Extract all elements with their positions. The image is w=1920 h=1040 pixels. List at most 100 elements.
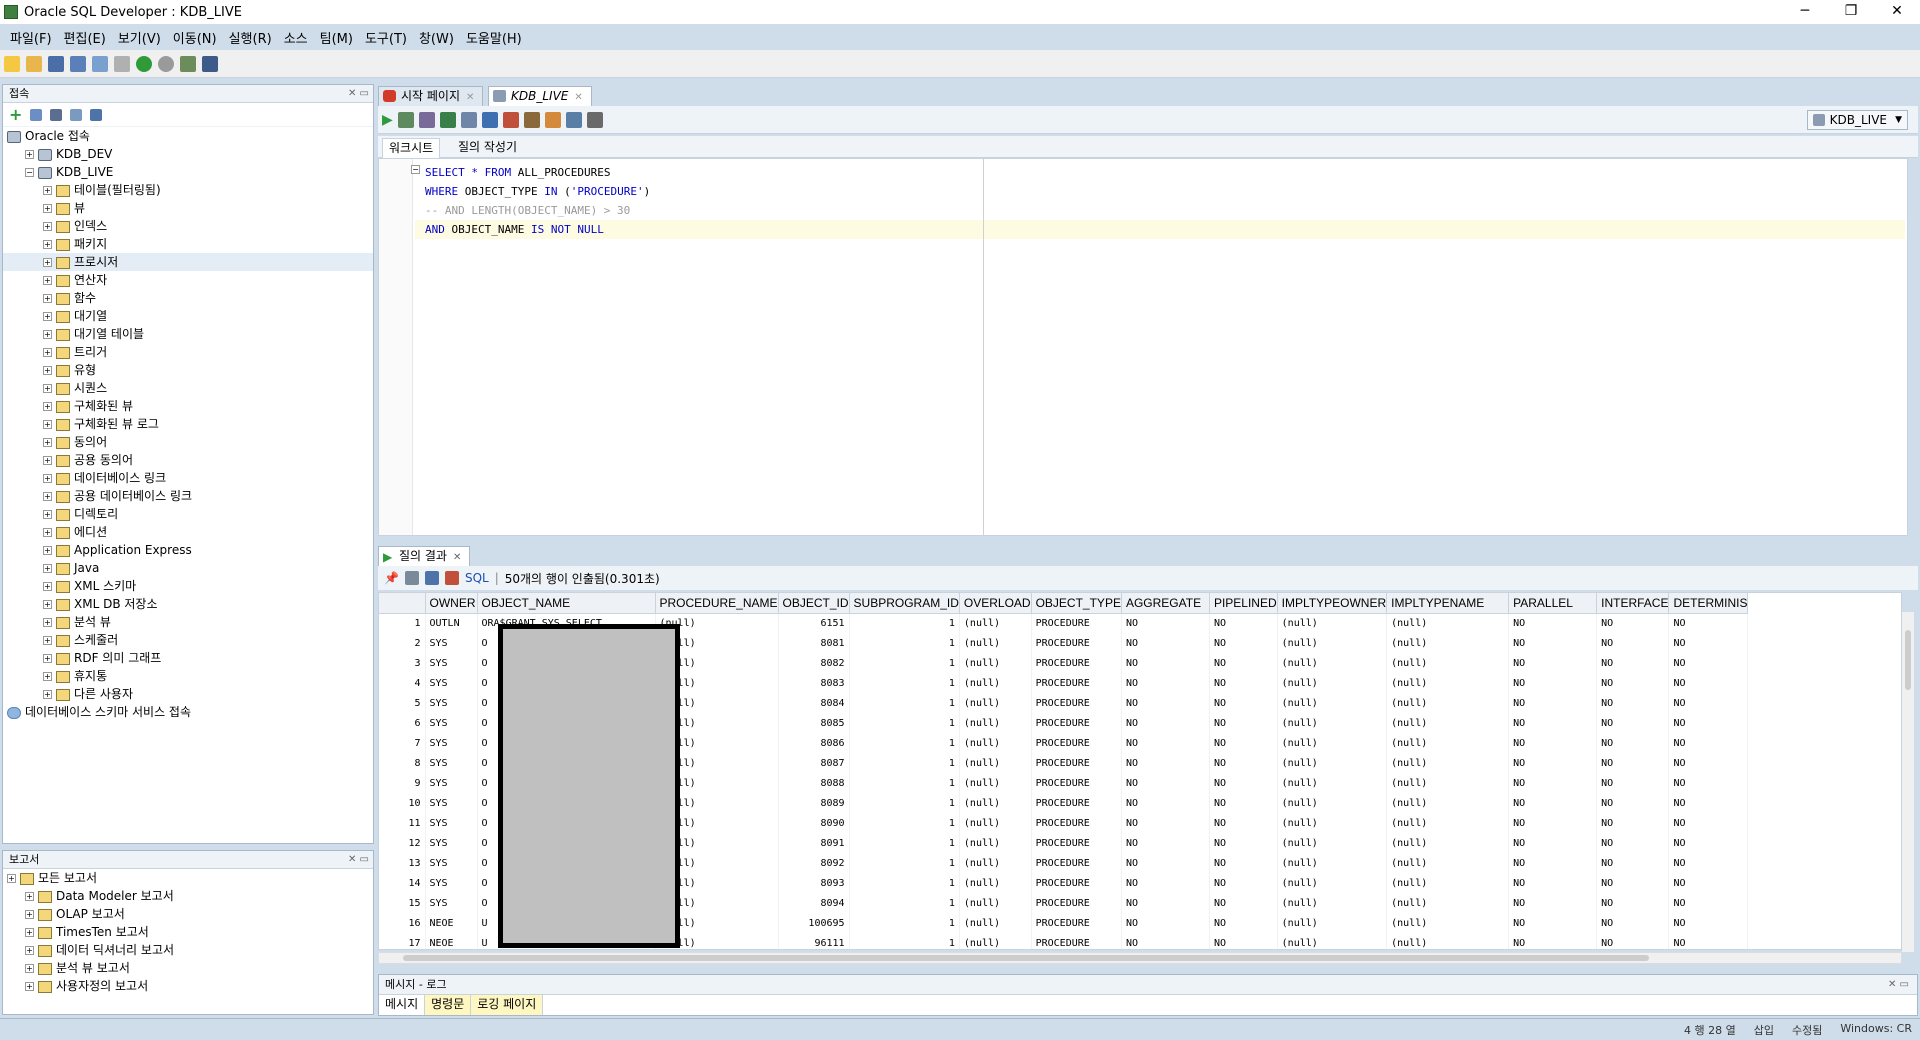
expand-toggle-icon[interactable]: + bbox=[25, 150, 34, 159]
table-cell[interactable]: NO bbox=[1508, 773, 1598, 793]
rollback-icon[interactable] bbox=[481, 111, 498, 128]
expand-toggle-icon[interactable]: + bbox=[43, 258, 52, 267]
table-cell[interactable]: (null) bbox=[1277, 653, 1388, 673]
table-cell[interactable]: NO bbox=[1121, 873, 1210, 893]
table-cell[interactable]: 1 bbox=[849, 793, 960, 813]
tree-item[interactable]: + Application Express bbox=[3, 541, 373, 559]
menu-item[interactable]: 소스 bbox=[278, 28, 314, 47]
table-cell[interactable]: (null) bbox=[1277, 733, 1388, 753]
forward-icon[interactable] bbox=[136, 55, 152, 72]
tree-item[interactable]: + 사용자정의 보고서 bbox=[3, 977, 373, 995]
expand-toggle-icon[interactable]: + bbox=[43, 690, 52, 699]
column-header[interactable]: PARALLEL bbox=[1508, 593, 1598, 614]
connection-selector[interactable]: KDB_LIVE ▼ bbox=[1806, 110, 1908, 130]
table-cell[interactable]: NO bbox=[1668, 813, 1749, 833]
table-cell[interactable]: PROCEDURE bbox=[1031, 613, 1122, 633]
table-cell[interactable]: PROCEDURE bbox=[1031, 853, 1122, 873]
tree-item[interactable]: + 동의어 bbox=[3, 433, 373, 451]
table-cell[interactable]: NO bbox=[1209, 893, 1278, 913]
back-icon[interactable] bbox=[158, 55, 174, 72]
table-cell[interactable]: NO bbox=[1596, 933, 1670, 949]
table-cell[interactable]: NO bbox=[1121, 733, 1210, 753]
format-icon[interactable] bbox=[586, 111, 603, 128]
table-cell[interactable]: (null) bbox=[1386, 653, 1510, 673]
table-cell[interactable]: (null) bbox=[1386, 613, 1510, 633]
table-cell[interactable]: NO bbox=[1668, 893, 1749, 913]
tree-item[interactable]: + 트리거 bbox=[3, 343, 373, 361]
table-cell[interactable]: NO bbox=[1209, 773, 1278, 793]
table-cell[interactable]: NO bbox=[1508, 613, 1598, 633]
table-cell[interactable]: NO bbox=[1596, 673, 1670, 693]
table-cell[interactable]: 8091 bbox=[778, 833, 850, 853]
run-script-icon[interactable] bbox=[397, 111, 414, 128]
expand-toggle-icon[interactable]: + bbox=[43, 438, 52, 447]
column-header[interactable]: OBJECT_ID bbox=[778, 593, 850, 614]
undo-icon[interactable] bbox=[92, 55, 108, 72]
table-cell[interactable]: SYS bbox=[425, 713, 478, 733]
table-cell[interactable]: (null) bbox=[1386, 673, 1510, 693]
table-cell[interactable]: 1 bbox=[849, 613, 960, 633]
table-cell[interactable]: NO bbox=[1508, 693, 1598, 713]
table-cell[interactable]: NO bbox=[1668, 853, 1749, 873]
log-tab[interactable]: 로깅 페이지 bbox=[471, 995, 544, 1015]
expand-toggle-icon[interactable]: + bbox=[43, 222, 52, 231]
save-all-icon[interactable] bbox=[70, 55, 86, 72]
table-cell[interactable]: SYS bbox=[425, 693, 478, 713]
tab-start-page[interactable]: 시작 페이지 ✕ bbox=[378, 86, 484, 106]
table-cell[interactable]: NO bbox=[1209, 653, 1278, 673]
table-cell[interactable]: PROCEDURE bbox=[1031, 813, 1122, 833]
table-cell[interactable]: NO bbox=[1668, 773, 1749, 793]
table-cell[interactable]: 8090 bbox=[778, 813, 850, 833]
table-cell[interactable]: NO bbox=[1596, 653, 1670, 673]
tree-item[interactable]: + 공용 동의어 bbox=[3, 451, 373, 469]
table-cell[interactable]: NO bbox=[1209, 633, 1278, 653]
table-cell[interactable]: (null) bbox=[1277, 893, 1388, 913]
table-cell[interactable]: (null) bbox=[1277, 793, 1388, 813]
table-cell[interactable]: 100695 bbox=[778, 913, 850, 933]
tree-item[interactable]: + 프로시저 bbox=[3, 253, 373, 271]
table-cell[interactable]: (null) bbox=[959, 813, 1032, 833]
table-cell[interactable]: NO bbox=[1121, 913, 1210, 933]
table-cell[interactable]: NO bbox=[1121, 933, 1210, 949]
table-cell[interactable]: NO bbox=[1596, 913, 1670, 933]
column-header[interactable]: OBJECT_NAME bbox=[477, 593, 656, 614]
log-tab[interactable]: 메시지 bbox=[379, 995, 426, 1015]
table-cell[interactable]: NO bbox=[1596, 833, 1670, 853]
table-cell[interactable]: PROCEDURE bbox=[1031, 793, 1122, 813]
table-cell[interactable]: 8089 bbox=[778, 793, 850, 813]
expand-toggle-icon[interactable]: + bbox=[43, 600, 52, 609]
table-cell[interactable]: (null) bbox=[1277, 913, 1388, 933]
open-folder-icon[interactable] bbox=[26, 55, 42, 72]
save-icon[interactable] bbox=[48, 55, 64, 72]
collapse-icon[interactable] bbox=[90, 108, 103, 121]
table-cell[interactable]: (null) bbox=[1386, 933, 1510, 949]
menu-item[interactable]: 실행(R) bbox=[223, 28, 278, 47]
column-header[interactable]: INTERFACE bbox=[1596, 593, 1670, 614]
expand-toggle-icon[interactable]: + bbox=[43, 366, 52, 375]
tree-item[interactable]: 데이터베이스 스키마 서비스 접속 bbox=[3, 703, 373, 721]
tree-item[interactable]: + 인덱스 bbox=[3, 217, 373, 235]
table-cell[interactable]: 1 bbox=[849, 833, 960, 853]
tree-item[interactable]: + 다른 사용자 bbox=[3, 685, 373, 703]
close-tab-icon[interactable]: ✕ bbox=[574, 92, 582, 103]
expand-toggle-icon[interactable]: + bbox=[43, 204, 52, 213]
table-cell[interactable]: (null) bbox=[959, 773, 1032, 793]
add-connection-icon[interactable]: + bbox=[9, 105, 22, 124]
table-cell[interactable]: NO bbox=[1508, 813, 1598, 833]
table-cell[interactable]: (null) bbox=[1386, 853, 1510, 873]
scroll-thumb[interactable] bbox=[1905, 630, 1911, 690]
horizontal-scrollbar[interactable] bbox=[378, 952, 1902, 964]
tree-item[interactable]: + 연산자 bbox=[3, 271, 373, 289]
table-cell[interactable]: PROCEDURE bbox=[1031, 733, 1122, 753]
table-cell[interactable]: PROCEDURE bbox=[1031, 753, 1122, 773]
table-cell[interactable]: (null) bbox=[1277, 713, 1388, 733]
table-cell[interactable]: NO bbox=[1121, 773, 1210, 793]
table-cell[interactable]: (null) bbox=[1277, 633, 1388, 653]
tree-item[interactable]: + RDF 의미 그래프 bbox=[3, 649, 373, 667]
table-cell[interactable]: (null) bbox=[959, 893, 1032, 913]
table-cell[interactable]: NO bbox=[1209, 713, 1278, 733]
table-cell[interactable]: NO bbox=[1209, 853, 1278, 873]
tree-item[interactable]: + 디렉토리 bbox=[3, 505, 373, 523]
refresh-icon[interactable] bbox=[424, 571, 439, 585]
table-cell[interactable]: (null) bbox=[959, 753, 1032, 773]
